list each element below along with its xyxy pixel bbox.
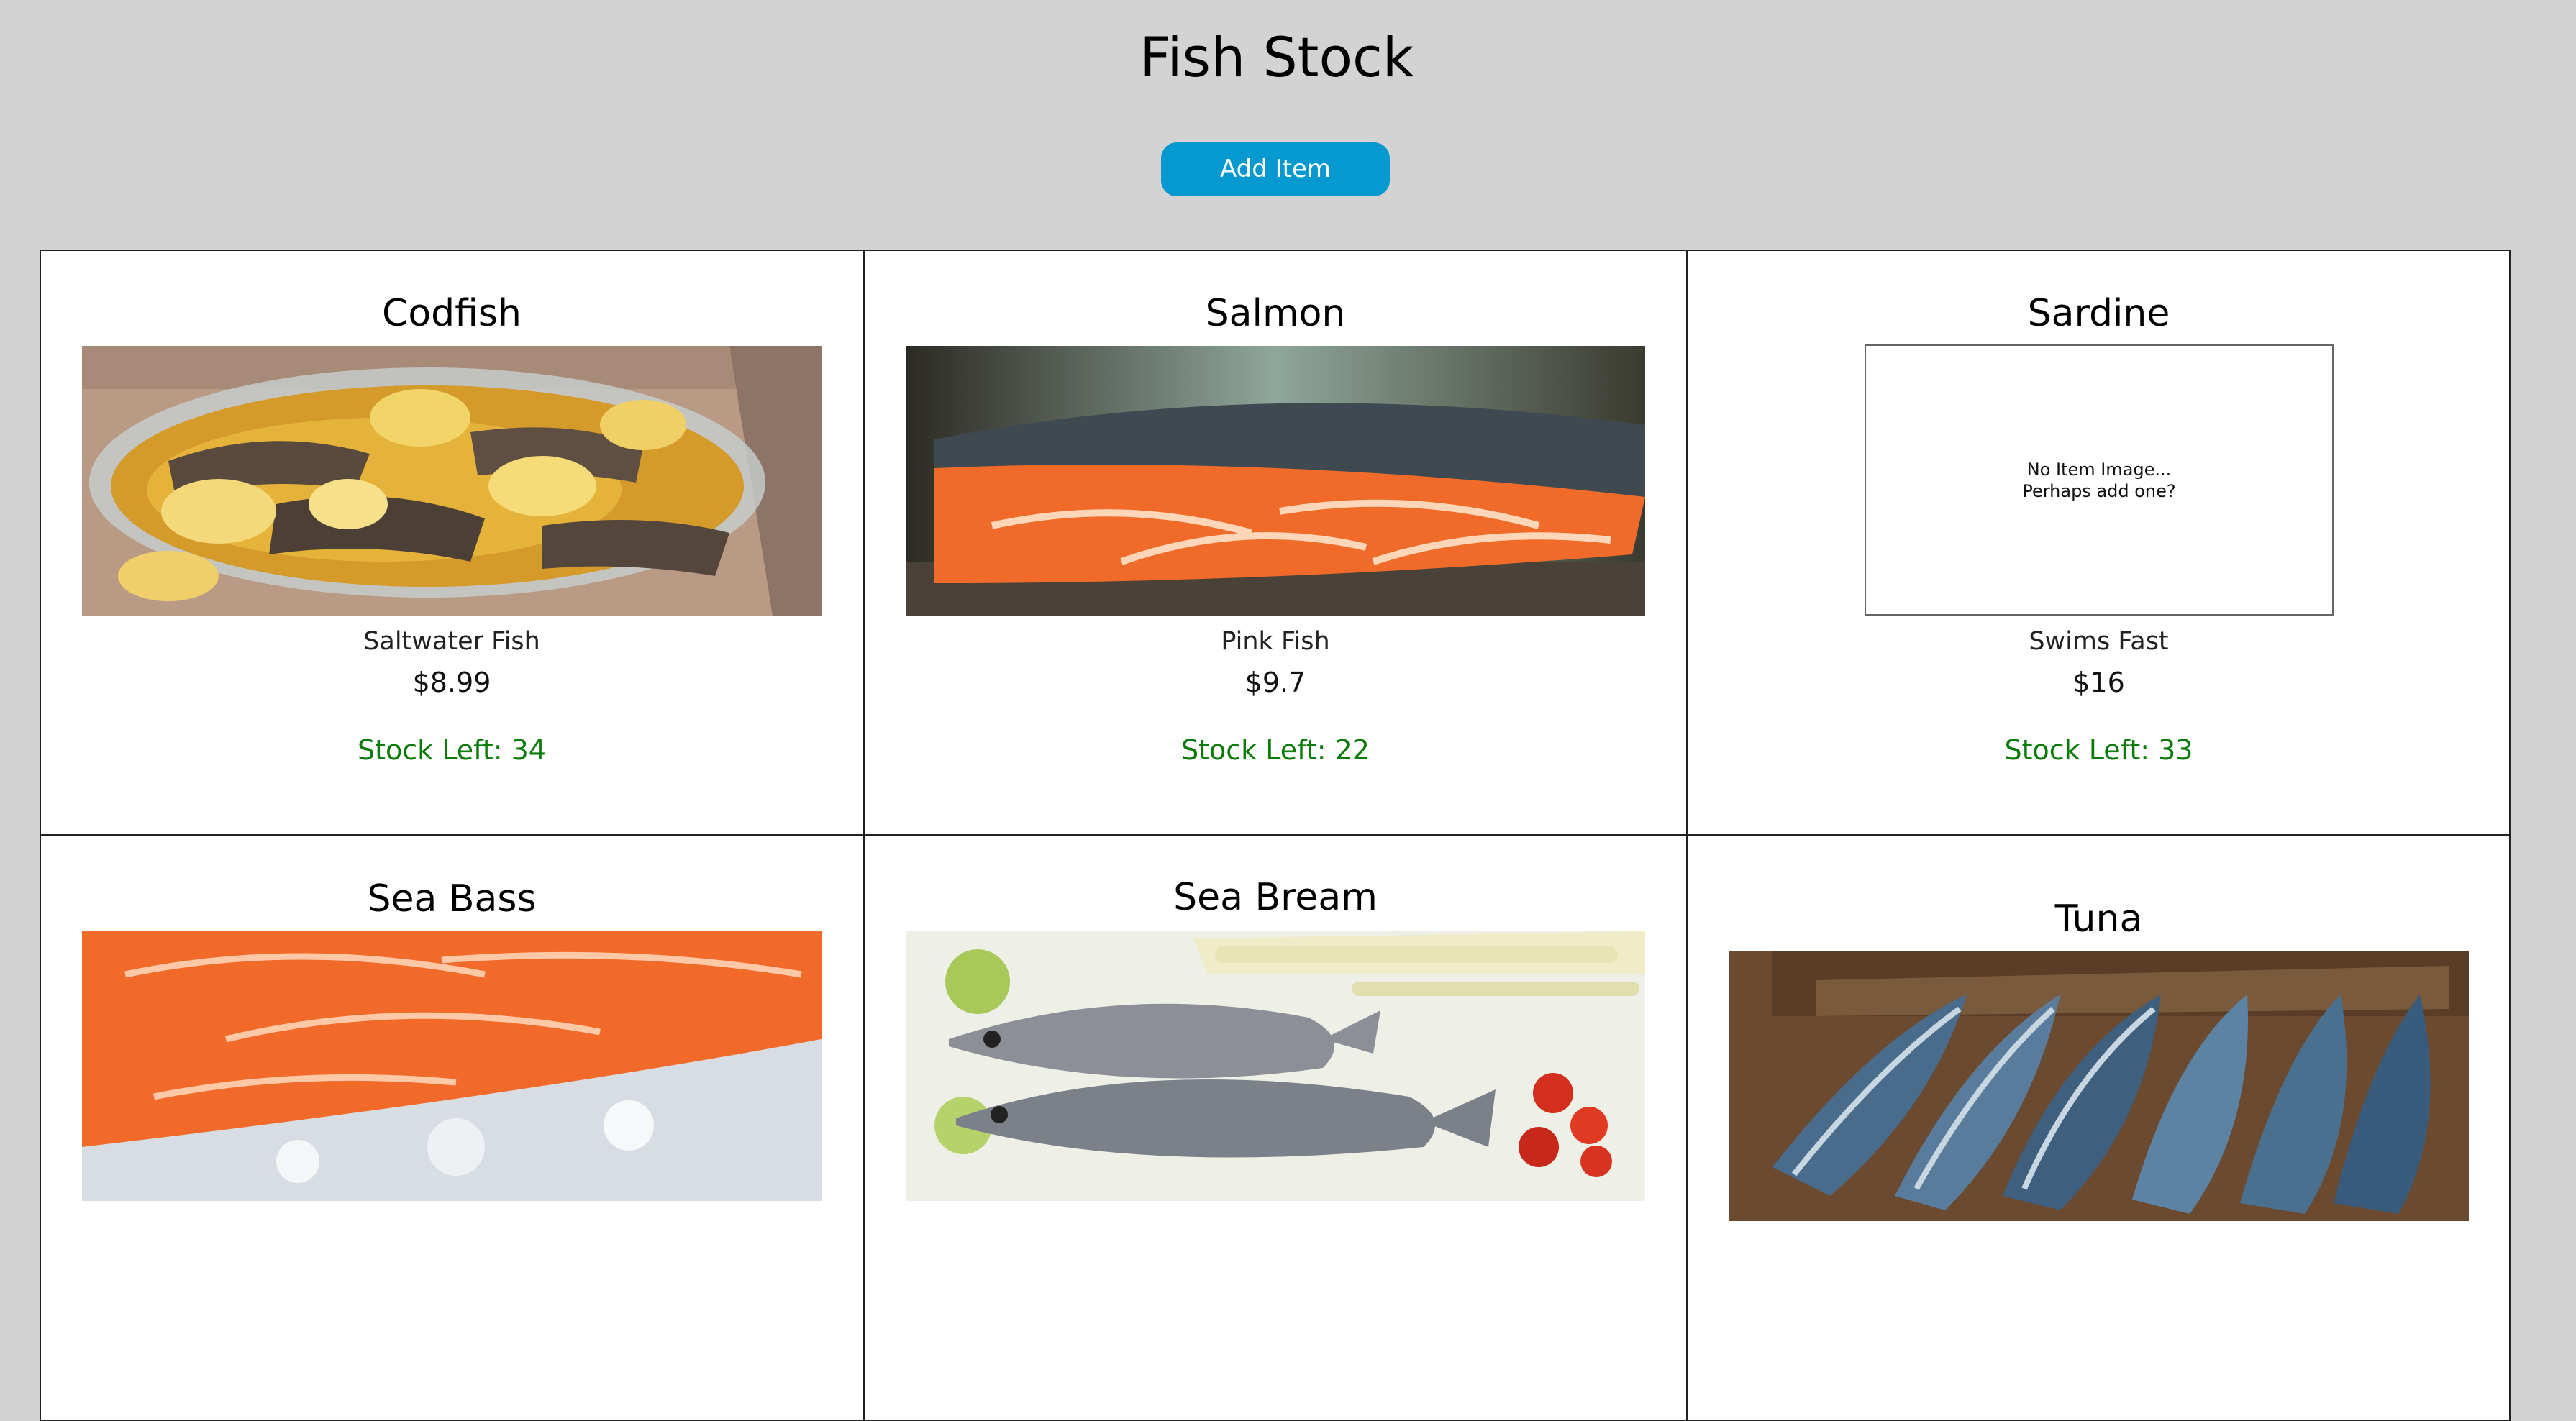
item-grid: Codfish Saltwater Fish $8.99 Stock Left:… <box>40 250 2511 1421</box>
item-name: Tuna <box>2054 897 2143 941</box>
item-card[interactable]: Sea Bass <box>40 835 864 1421</box>
sea-bass-photo <box>82 931 822 1201</box>
item-stock: Stock Left: 34 <box>358 734 546 766</box>
item-description: Saltwater Fish <box>363 627 540 656</box>
item-name: Salmon <box>1205 292 1346 335</box>
item-card[interactable]: Sea Bream <box>863 835 1688 1421</box>
item-stock: Stock Left: 22 <box>1181 734 1370 766</box>
item-description: Swims Fast <box>2029 627 2169 656</box>
placeholder-text: Perhaps add one? <box>2022 480 2176 501</box>
item-price: $9.7 <box>1244 667 1306 698</box>
item-name: Codfish <box>382 292 522 335</box>
item-card[interactable]: Salmon Pink Fish $9.7 Stock Left: 22 <box>863 250 1688 836</box>
item-name: Sea Bass <box>367 877 537 920</box>
item-stock: Stock Left: 33 <box>2004 734 2193 766</box>
item-card[interactable]: Tuna <box>1687 835 2511 1421</box>
sea-bream-photo <box>906 931 1645 1201</box>
item-description: Pink Fish <box>1221 627 1330 656</box>
item-name: Sea Bream <box>1173 876 1378 919</box>
page-title: Fish Stock <box>1139 25 1414 89</box>
item-price: $16 <box>2072 667 2125 698</box>
tuna-photo <box>1729 951 2469 1221</box>
item-card[interactable]: Codfish Saltwater Fish $8.99 Stock Left:… <box>40 250 864 836</box>
codfish-photo <box>82 346 822 616</box>
salmon-photo <box>906 346 1645 616</box>
add-item-button[interactable]: Add Item <box>1161 142 1390 196</box>
placeholder-text: No Item Image... <box>2026 459 2172 480</box>
item-name: Sardine <box>2027 292 2170 335</box>
image-placeholder[interactable]: No Item Image... Perhaps add one? <box>1865 344 2334 616</box>
item-price: $8.99 <box>412 667 491 698</box>
item-card[interactable]: Sardine No Item Image... Perhaps add one… <box>1687 250 2511 836</box>
